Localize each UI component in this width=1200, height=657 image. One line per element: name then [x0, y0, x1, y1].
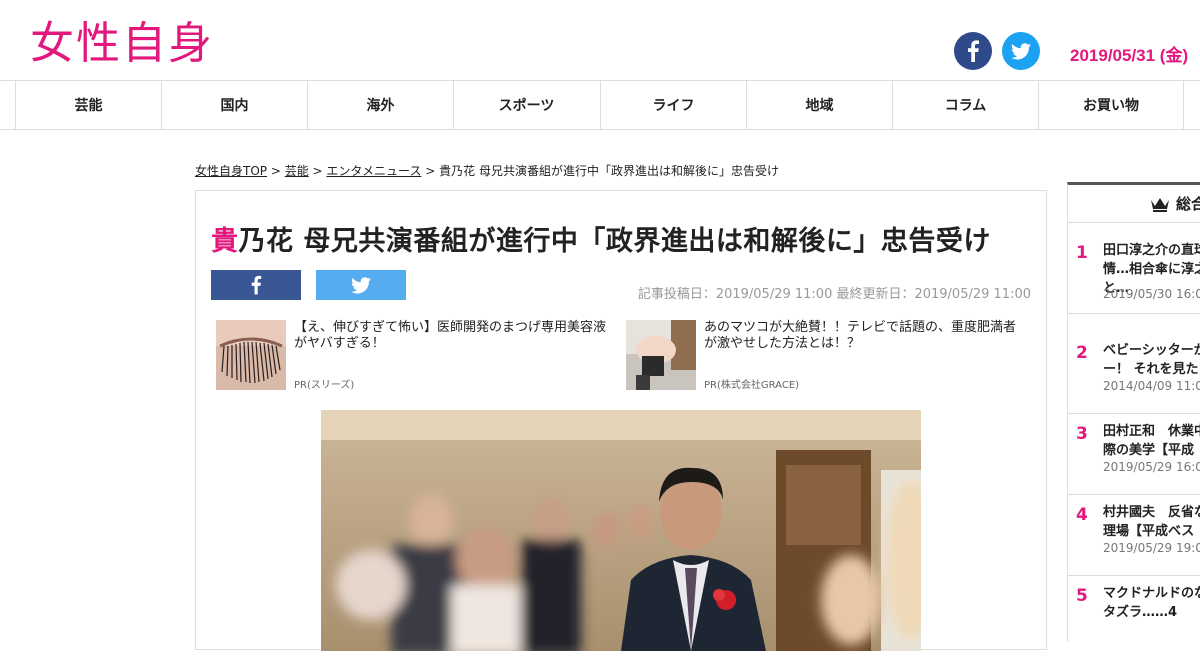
share-facebook-button[interactable]: [211, 270, 301, 300]
ranking-sidebar: 総合 1 田口淳之介の直球情…相合傘に淳之と… 2019/05/30 16:00…: [1067, 182, 1200, 642]
nav-item-sports[interactable]: スポーツ: [453, 81, 599, 129]
facebook-icon: [251, 275, 262, 295]
ranking-item[interactable]: 2 ベビーシッターがゥー！ それを見た 2014/04/09 11:00: [1068, 333, 1200, 414]
rank-number: 3: [1076, 424, 1088, 444]
ad-thumbnail-diet: [626, 320, 696, 390]
rank-number: 1: [1076, 243, 1088, 263]
ad-headline[interactable]: あのマツコが大絶賛！！テレビで話題の、重度肥満者が激やせした方法とは！？: [704, 320, 1024, 352]
rank-title[interactable]: ベビーシッターがゥー！ それを見た: [1103, 341, 1200, 379]
article-title-rest: 乃花 母兄共演番組が進行中「政界進出は和解後に」忠告受け: [238, 226, 991, 257]
facebook-icon: [968, 40, 979, 62]
rank-date: 2019/05/30 16:00: [1103, 287, 1200, 301]
site-logo[interactable]: 女性自身: [30, 18, 214, 70]
breadcrumb-separator: >: [308, 164, 327, 178]
rank-date: 2019/05/29 16:00: [1103, 460, 1200, 474]
article-title: 貴乃花 母兄共演番組が進行中「政界進出は和解後に」忠告受け: [211, 219, 991, 258]
ad-sponsor-label: PR(株式会社GRACE): [704, 380, 800, 391]
breadcrumb-sub-link[interactable]: エンタメニュース: [326, 164, 421, 178]
twitter-icon: [1011, 42, 1031, 59]
nav-item-life[interactable]: ライフ: [600, 81, 746, 129]
breadcrumb: 女性自身TOP > 芸能 > エンタメニュース > 貴乃花 母兄共演番組が進行中…: [195, 162, 779, 179]
ad-thumbnail-eyelash: [216, 320, 286, 390]
twitter-button[interactable]: [1002, 32, 1040, 70]
ranking-heading-label: 総合: [1176, 195, 1200, 213]
rank-date: 2019/05/29 19:00: [1103, 541, 1200, 555]
ranking-item[interactable]: 3 田村正和 休業中き際の美学【平成 2019/05/29 16:00: [1068, 414, 1200, 495]
breadcrumb-separator: >: [421, 164, 440, 178]
breadcrumb-separator: >: [267, 164, 285, 178]
article-title-first-char: 貴: [211, 226, 239, 257]
nav-item-entertainment[interactable]: 芸能: [15, 81, 161, 129]
breadcrumb-category-link[interactable]: 芸能: [285, 164, 309, 178]
rank-title[interactable]: 村井國夫 反省な倫理場【平成ベス: [1103, 503, 1200, 541]
main-nav: 芸能 国内 海外 スポーツ ライフ 地域 コラム お買い物: [0, 80, 1200, 130]
sponsored-ad[interactable]: あのマツコが大絶賛！！テレビで話題の、重度肥満者が激やせした方法とは！？ PR(…: [626, 320, 1026, 391]
ad-headline[interactable]: 【え、伸びすぎて怖い】医師開発のまつげ専用美容液がヤバすぎる！: [294, 320, 614, 352]
rank-number: 5: [1076, 586, 1088, 606]
rank-number: 4: [1076, 505, 1088, 525]
article-photo: [321, 410, 921, 651]
ranking-item[interactable]: 1 田口淳之介の直球情…相合傘に淳之と… 2019/05/30 16:00: [1068, 233, 1200, 314]
rank-number: 2: [1076, 343, 1088, 363]
ranking-heading: 総合: [1068, 185, 1200, 223]
nav-item-overseas[interactable]: 海外: [307, 81, 453, 129]
crown-icon: [1150, 196, 1170, 212]
nav-item-shopping[interactable]: お買い物: [1038, 81, 1184, 129]
sponsored-ad[interactable]: 【え、伸びすぎて怖い】医師開発のまつげ専用美容液がヤバすぎる！ PR(スリーズ): [216, 320, 616, 391]
ad-sponsor-label: PR(スリーズ): [294, 380, 355, 391]
facebook-button[interactable]: [954, 32, 992, 70]
breadcrumb-top-link[interactable]: 女性自身TOP: [195, 164, 267, 178]
share-twitter-button[interactable]: [316, 270, 406, 300]
rank-title[interactable]: 田村正和 休業中き際の美学【平成: [1103, 422, 1200, 460]
ranking-item[interactable]: 5 マクドナルドのなイタズラ……4: [1068, 576, 1200, 657]
article-card: 貴乃花 母兄共演番組が進行中「政界進出は和解後に」忠告受け 記事投稿日：2019…: [195, 190, 1047, 651]
header-date: 2019/05/31 (金): [1070, 46, 1189, 65]
nav-item-domestic[interactable]: 国内: [161, 81, 307, 129]
rank-title[interactable]: マクドナルドのなイタズラ……4: [1103, 584, 1200, 622]
nav-item-column[interactable]: コラム: [892, 81, 1038, 129]
breadcrumb-current: 貴乃花 母兄共演番組が進行中「政界進出は和解後に」忠告受け: [439, 164, 779, 178]
ranking-item[interactable]: 4 村井國夫 反省な倫理場【平成ベス 2019/05/29 19:00: [1068, 495, 1200, 576]
rank-date: 2014/04/09 11:00: [1103, 379, 1200, 393]
nav-item-region[interactable]: 地域: [746, 81, 892, 129]
article-meta-dates: 記事投稿日：2019/05/29 11:00 最終更新日：2019/05/29 …: [637, 287, 1031, 302]
twitter-icon: [351, 276, 371, 293]
